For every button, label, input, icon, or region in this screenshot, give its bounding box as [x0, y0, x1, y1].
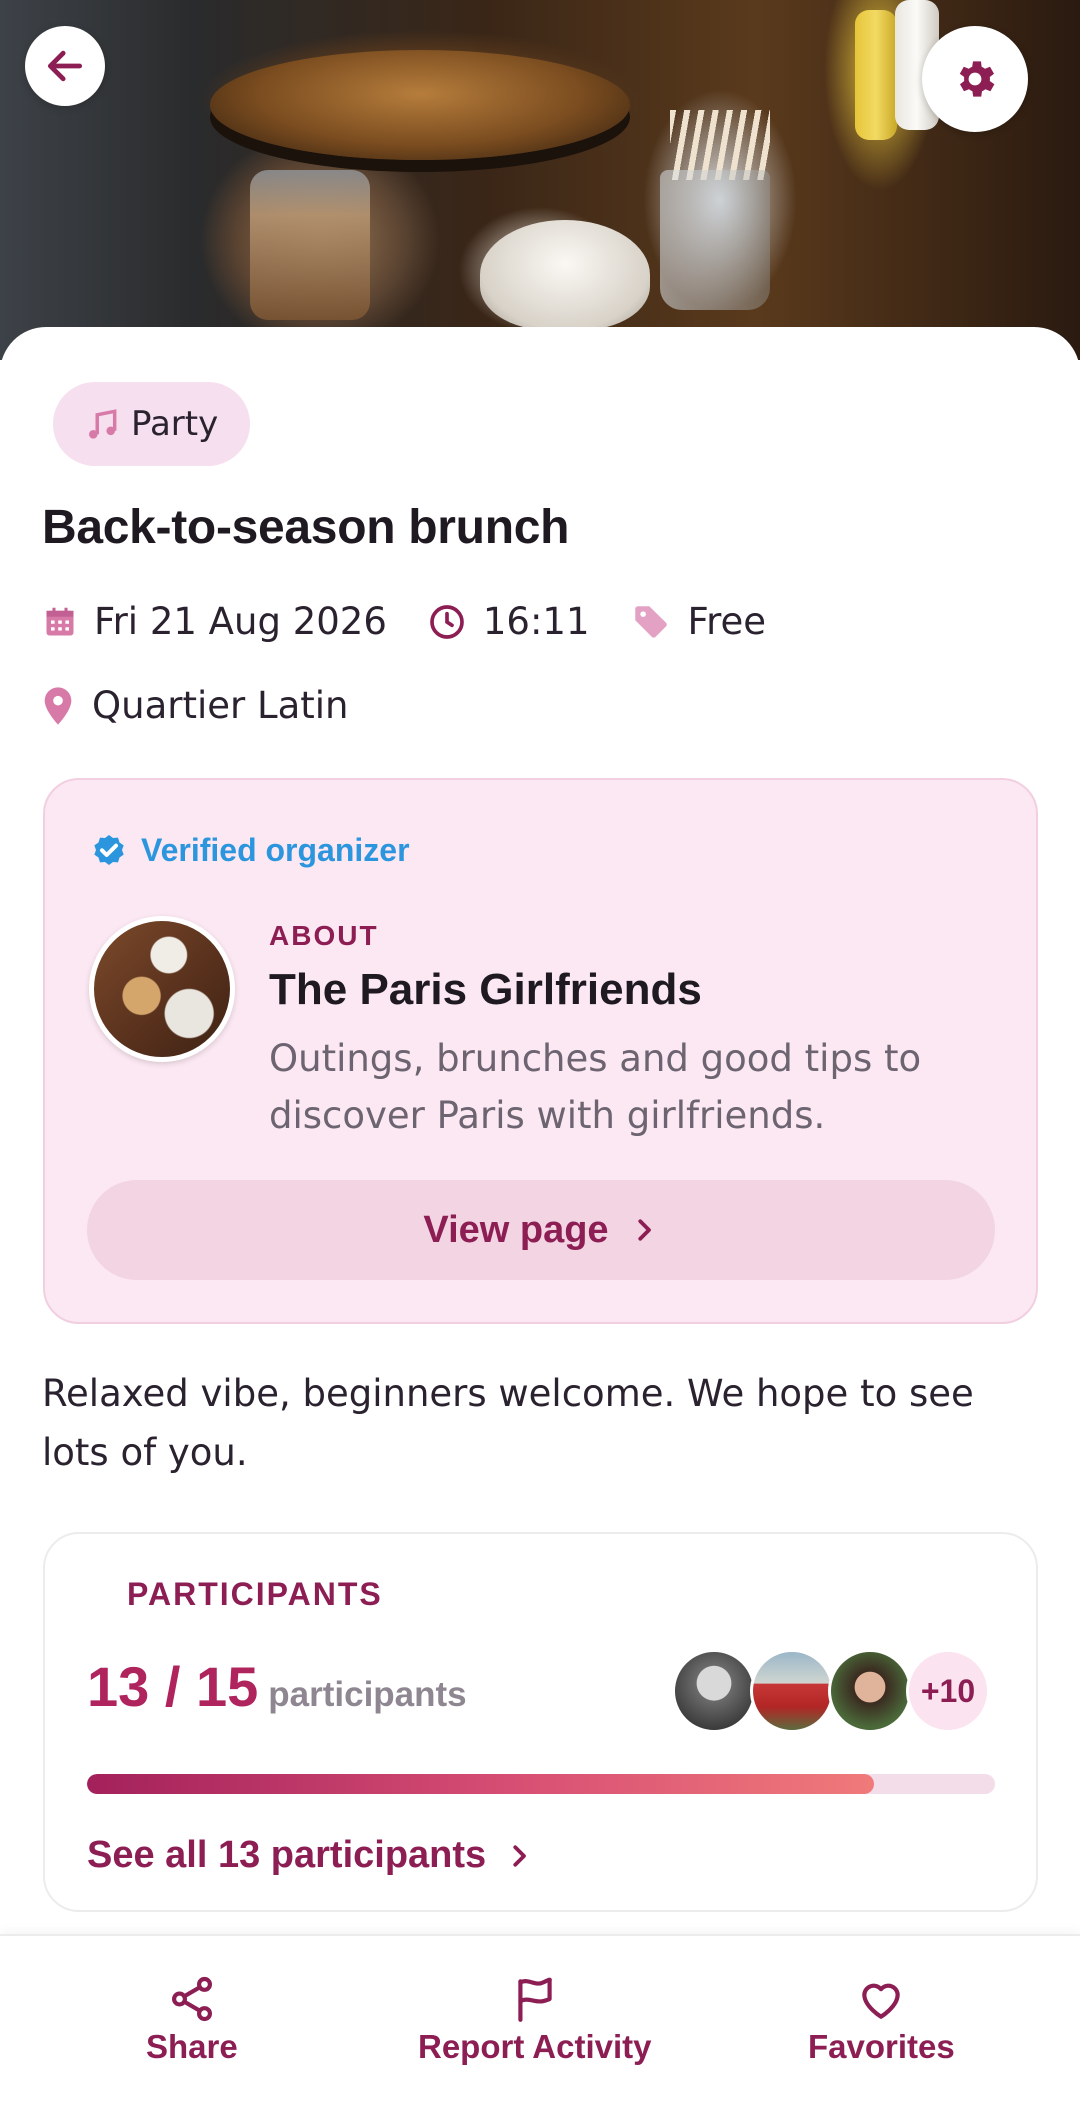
event-time: 16:11: [427, 600, 590, 643]
participants-avatars[interactable]: +10: [672, 1649, 990, 1733]
arrow-left-icon: [47, 50, 83, 82]
event-meta-row: Fri 21 Aug 2026 16:11 Free: [42, 600, 806, 643]
event-description: Relaxed vibe, beginners welcome. We hope…: [42, 1372, 974, 1474]
view-page-button[interactable]: View page: [87, 1180, 995, 1280]
share-button[interactable]: Share: [146, 1974, 238, 2066]
cover-bottle: [855, 10, 897, 140]
organizer-card: Verified organizer ABOUT The Paris Girlf…: [43, 778, 1038, 1324]
participants-count-word: participants: [268, 1675, 467, 1714]
chevron-right-icon: [637, 1219, 651, 1241]
event-date: Fri 21 Aug 2026: [42, 600, 387, 643]
cover-cup: [660, 170, 770, 310]
event-cover-image: [0, 0, 1080, 360]
view-page-label: View page: [423, 1208, 609, 1251]
organizer-description: Outings, brunches and good tips to disco…: [269, 1037, 922, 1137]
settings-button[interactable]: [922, 26, 1028, 132]
participants-count-number: 13 / 15: [87, 1655, 259, 1718]
event-price-text: Free: [687, 600, 767, 643]
favorites-label: Favorites: [808, 2028, 955, 2065]
report-activity-label: Report Activity: [418, 2028, 652, 2065]
favorites-button[interactable]: Favorites: [808, 1974, 955, 2066]
see-all-participants-link[interactable]: See all 13 participants: [87, 1834, 534, 1877]
organizer-name: The Paris Girlfriends: [269, 965, 702, 1014]
clock-icon: [430, 604, 464, 639]
share-label: Share: [146, 2028, 238, 2065]
cover-pan: [210, 50, 630, 160]
bottom-action-bar: Share Report Activity Favorites: [0, 1934, 1080, 2108]
chevron-right-icon: [513, 1844, 527, 1867]
calendar-icon: [46, 607, 74, 635]
cover-jar: [250, 170, 370, 320]
participant-avatar[interactable]: [672, 1649, 756, 1733]
gear-icon: [959, 61, 995, 97]
participants-count: 13 / 15 participants: [87, 1654, 467, 1719]
participant-avatar[interactable]: [828, 1649, 912, 1733]
participants-progress-bar: [87, 1774, 995, 1794]
event-title: Back-to-season brunch: [42, 501, 570, 554]
back-button[interactable]: [25, 26, 105, 106]
cover-bowl: [480, 220, 650, 330]
participants-card: PARTICIPANTS 13 / 15 participants +10 Se…: [43, 1532, 1038, 1912]
event-time-text: 16:11: [482, 600, 590, 643]
more-participants-badge[interactable]: +10: [906, 1649, 990, 1733]
report-activity-button[interactable]: Report Activity: [418, 1974, 651, 2066]
organizer-avatar[interactable]: [89, 916, 235, 1062]
heart-icon: [862, 1983, 901, 2019]
verified-organizer-label: Verified organizer: [141, 831, 410, 868]
category-chip[interactable]: Party: [53, 382, 251, 466]
see-all-participants-label: See all 13 participants: [87, 1834, 487, 1876]
participant-avatar[interactable]: [750, 1649, 834, 1733]
category-label: Party: [131, 404, 219, 444]
event-location[interactable]: Quartier Latin: [42, 684, 349, 727]
about-label: ABOUT: [269, 920, 379, 951]
flag-icon: [518, 1977, 552, 2022]
verified-badge-icon: [94, 835, 124, 865]
event-date-text: Fri 21 Aug 2026: [94, 600, 387, 643]
share-icon: [171, 1976, 212, 2022]
music-note-icon: [89, 409, 117, 439]
event-location-text: Quartier Latin: [92, 684, 349, 727]
verified-organizer-badge: Verified organizer: [89, 830, 410, 870]
map-pin-icon: [44, 686, 72, 725]
participants-progress-fill: [87, 1774, 875, 1794]
tag-icon: [634, 605, 667, 638]
event-price: Free: [630, 600, 767, 643]
participants-label: PARTICIPANTS: [127, 1576, 383, 1612]
